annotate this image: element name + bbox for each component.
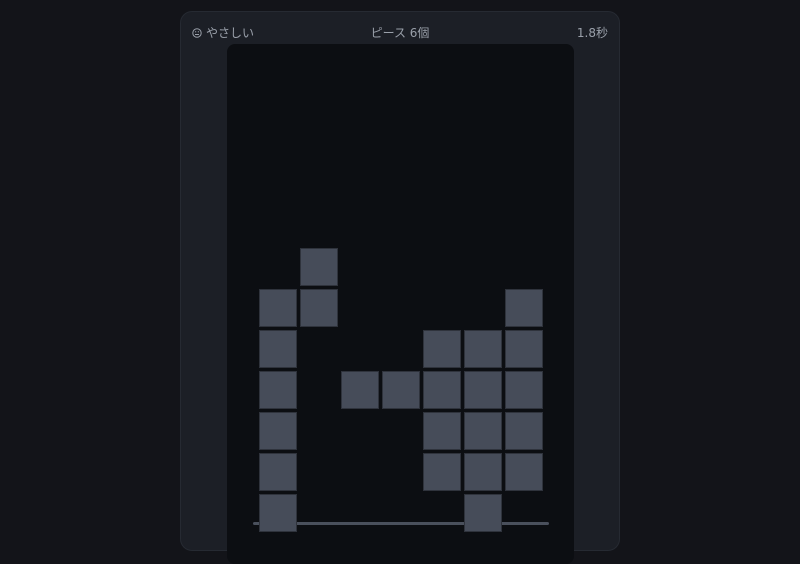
floor-line [253, 522, 549, 525]
difficulty-label: やさしい [206, 26, 255, 40]
block-cell [464, 412, 502, 450]
block-cell [423, 453, 461, 491]
block-cell [423, 330, 461, 368]
block-cell [259, 453, 297, 491]
block-cell [300, 248, 338, 286]
block-cell [259, 330, 297, 368]
block-cell [464, 371, 502, 409]
game-board[interactable] [227, 44, 574, 564]
block-cell [341, 371, 379, 409]
block-cell [259, 289, 297, 327]
block-cell [505, 371, 543, 409]
block-cell [259, 371, 297, 409]
block-cell [259, 412, 297, 450]
block-cell [300, 289, 338, 327]
block-cell [423, 371, 461, 409]
block-cell [505, 289, 543, 327]
block-cell [505, 412, 543, 450]
block-cell [382, 371, 420, 409]
timer: 1.8秒 [576, 26, 608, 40]
block-cell [464, 494, 502, 532]
neutral-face-icon [192, 28, 202, 38]
block-cell [505, 330, 543, 368]
block-cell [505, 453, 543, 491]
block-cell [423, 412, 461, 450]
block-cell [259, 494, 297, 532]
difficulty-indicator: やさしい [192, 26, 254, 40]
game-panel: ピース 6個 やさしい 1.8秒 [180, 11, 620, 564]
block-cell [464, 330, 502, 368]
block-cell [464, 453, 502, 491]
